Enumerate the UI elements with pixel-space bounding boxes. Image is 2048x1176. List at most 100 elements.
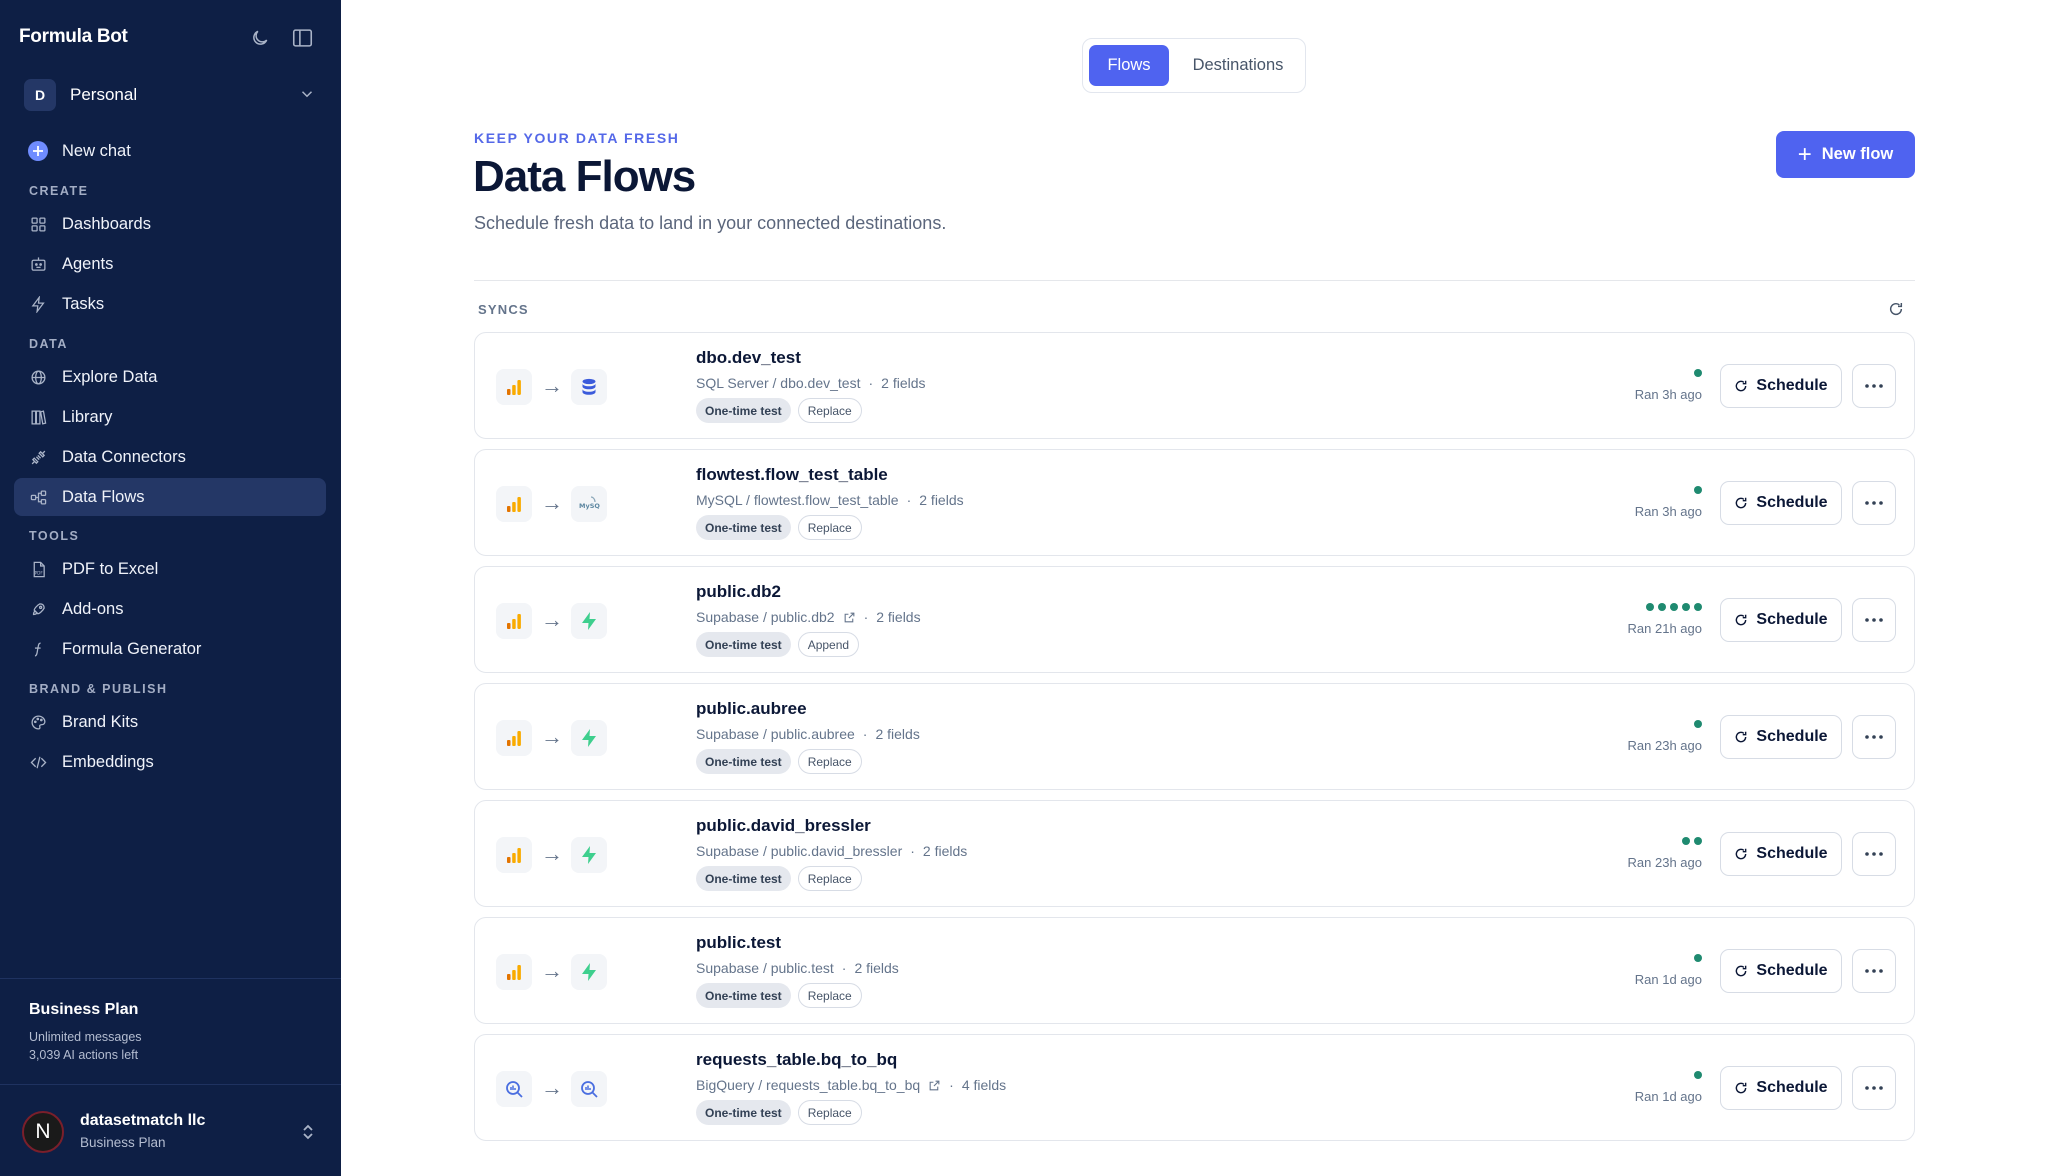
refresh-icon [1736,848,1747,860]
schedule-button[interactable]: Schedule [1720,598,1842,642]
external-link-icon[interactable] [928,1079,941,1092]
schedule-button[interactable]: Schedule [1720,832,1842,876]
schedule-button[interactable]: Schedule [1720,1066,1842,1110]
arrow-right-icon: → [541,490,563,515]
flow-card[interactable]: → public.aubree Supabase / public.aubree · 2… [474,683,1915,790]
sidebar-toggle-icon[interactable] [290,26,314,50]
run-status-dot [1682,603,1690,611]
write-mode-badge: Append [797,632,860,657]
flow-meta: Supabase / public.aubree · 2 fields [696,726,920,742]
analytics-source-icon [496,837,532,873]
flow-card[interactable]: → public.db2 Supabase / public.db2 · 2 field… [474,566,1915,673]
account-name: datasetmatch llc [80,1112,206,1129]
flow-meta: SQL Server / dbo.dev_test · 2 fields [696,375,926,391]
schedule-label: Schedule [1756,611,1828,628]
run-history [1682,837,1702,845]
sidebar-item-pdf-to-excel[interactable]: PDF PDF to Excel [14,550,326,588]
separator: · [841,960,847,976]
more-options-button[interactable] [1852,1066,1896,1110]
flow-card[interactable]: → MySQL flowtest.flow_test_table MySQL / fl… [474,449,1915,556]
flow-name[interactable]: public.aubree [696,699,807,719]
frequency-badge: One-time test [696,515,791,540]
flow-name[interactable]: public.david_bressler [696,816,871,836]
more-options-button[interactable] [1852,715,1896,759]
plug-icon [28,447,48,467]
more-options-button[interactable] [1852,598,1896,642]
sidebar-item-add-ons[interactable]: Add-ons [14,590,326,628]
separator: · [868,375,874,391]
flow-name[interactable]: public.db2 [696,582,781,602]
page-subtitle: Schedule fresh data to land in your conn… [474,213,947,233]
sidebar-item-data-flows[interactable]: Data Flows [14,478,326,516]
last-run-text: Ran 23h ago [1627,738,1702,753]
sidebar-item-brand-kits[interactable]: Brand Kits [14,703,326,741]
tab-destinations[interactable]: Destinations [1175,45,1301,86]
plan-title: Business Plan [29,1001,139,1018]
frequency-badge: One-time test [696,983,791,1008]
mysql-destination-icon: MySQL [571,486,607,522]
section-label-brand-publish: BRAND & PUBLISH [29,682,168,696]
flow-meta: Supabase / public.db2 · 2 fields [696,609,921,625]
last-run-text: Ran 1d ago [1634,972,1702,987]
brand-logo: Formula Bot [19,26,128,47]
sidebar-item-formula-generator[interactable]: Formula Generator [14,630,326,668]
moon-icon[interactable] [248,26,272,50]
last-run-text: Ran 1d ago [1634,1089,1702,1104]
workspace-name: Personal [70,85,138,104]
flow-fields: 2 fields [875,726,920,742]
flow-card[interactable]: → requests_table.bq_to_bq BigQuery / reque… [474,1034,1915,1141]
nav-label: Dashboards [62,214,151,233]
refresh-icon [1736,380,1747,392]
pdf-icon: PDF [28,559,48,579]
page-title: Data Flows [473,152,696,201]
write-mode-badge: Replace [797,749,862,774]
account-plan: Business Plan [80,1135,166,1150]
more-options-button[interactable] [1852,832,1896,876]
schedule-button[interactable]: Schedule [1720,481,1842,525]
more-options-button[interactable] [1852,949,1896,993]
flow-card[interactable]: → public.test Supabase / public.test · 2 fie… [474,917,1915,1024]
external-link-icon[interactable] [843,611,856,624]
workspace-switcher[interactable]: D Personal [14,75,328,115]
sidebar-item-tasks[interactable]: Tasks [14,285,326,323]
plan-actions-left: 3,039 AI actions left [29,1048,139,1062]
arrow-right-icon: → [541,373,563,398]
run-status-dot [1694,486,1702,494]
separator: · [949,1077,954,1093]
schedule-button[interactable]: Schedule [1720,949,1842,993]
flow-name[interactable]: dbo.dev_test [696,348,801,368]
globe-icon [28,367,48,387]
flow-name[interactable]: requests_table.bq_to_bq [696,1050,897,1070]
schedule-button[interactable]: Schedule [1720,364,1842,408]
tab-flows[interactable]: Flows [1089,45,1169,86]
flow-source: Supabase / public.test [696,960,834,976]
new-flow-button[interactable]: + New flow [1776,131,1915,178]
flow-name[interactable]: public.test [696,933,781,953]
flow-name[interactable]: flowtest.flow_test_table [696,465,888,485]
chevron-up-down-icon [300,1122,316,1147]
more-options-button[interactable] [1852,364,1896,408]
sidebar-item-explore-data[interactable]: Explore Data [14,358,326,396]
more-options-button[interactable] [1852,481,1896,525]
refresh-icon[interactable] [1886,299,1906,319]
flow-fields: 2 fields [881,375,926,391]
sidebar-item-dashboards[interactable]: Dashboards [14,205,326,243]
new-chat-button[interactable]: New chat [14,132,326,170]
schedule-button[interactable]: Schedule [1720,715,1842,759]
flow-card[interactable]: → public.david_bressler Supabase / public.… [474,800,1915,907]
sidebar-item-data-connectors[interactable]: Data Connectors [14,438,326,476]
frequency-badge: One-time test [696,398,791,423]
flow-card[interactable]: → dbo.dev_test SQL Server / dbo.dev_test · 2… [474,332,1915,439]
run-status-dot [1694,954,1702,962]
sidebar-item-agents[interactable]: Agents [14,245,326,283]
account-menu[interactable]: N datasetmatch llc Business Plan [22,1110,322,1154]
robot-icon [28,254,48,274]
write-mode-badge: Replace [797,983,862,1008]
flow-source: SQL Server / dbo.dev_test [696,375,861,391]
flow-fields: 2 fields [854,960,899,976]
nav-label: Explore Data [62,367,158,386]
run-status-dot [1694,1071,1702,1079]
sidebar-item-library[interactable]: Library [14,398,326,436]
sidebar-item-embeddings[interactable]: Embeddings [14,743,326,781]
ellipsis-icon [1865,1086,1883,1090]
